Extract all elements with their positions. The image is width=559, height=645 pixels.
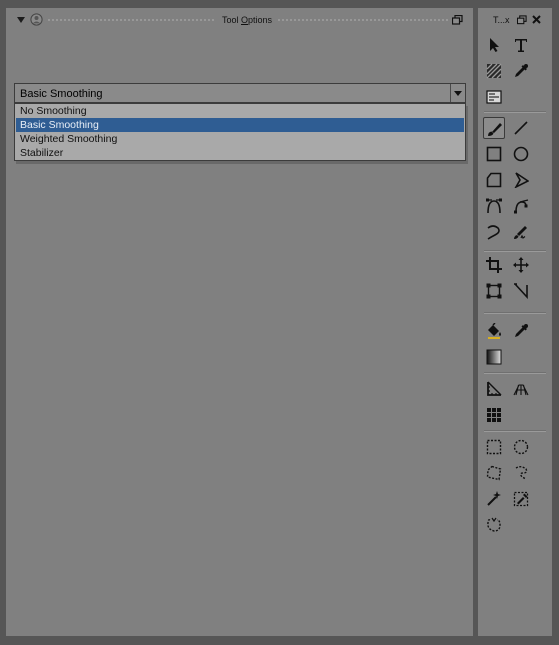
dropper-tool-icon[interactable] — [510, 60, 532, 82]
mesh-warp-tool-icon[interactable] — [510, 280, 532, 302]
toolbox-separator — [484, 372, 546, 374]
spline-tool-icon[interactable] — [510, 195, 532, 217]
toolbox-separator — [484, 111, 546, 113]
layer-style-tool-icon[interactable] — [483, 86, 505, 108]
tool-options-panel: Tool Options Basic Smoothing No Smoothin… — [6, 8, 473, 636]
magic-wand-tool-icon[interactable] — [483, 488, 505, 510]
color-dropper-tool-icon[interactable] — [510, 320, 532, 342]
smoothing-options-list: No Smoothing Basic Smoothing Weighted Sm… — [14, 103, 466, 161]
toolbox-separator — [484, 312, 546, 314]
option-basic-smoothing[interactable]: Basic Smoothing — [16, 118, 464, 132]
drag-grip[interactable] — [277, 18, 449, 22]
ruler-tool-icon[interactable] — [483, 378, 505, 400]
bezier-tool-icon[interactable] — [483, 195, 505, 217]
brush-tool-icon[interactable] — [483, 117, 505, 139]
float-window-icon[interactable] — [452, 15, 463, 25]
transform-tool-icon[interactable] — [483, 280, 505, 302]
option-no-smoothing[interactable]: No Smoothing — [16, 104, 464, 118]
blend-brush-tool-icon[interactable] — [510, 221, 532, 243]
brush-selection-tool-icon[interactable] — [483, 514, 505, 536]
color-selection-tool-icon[interactable] — [510, 488, 532, 510]
toolbox-titlebar[interactable]: T...x — [478, 8, 552, 32]
ellipse-tool-icon[interactable] — [510, 143, 532, 165]
perspective-tool-icon[interactable] — [510, 378, 532, 400]
ellipse-selection-tool-icon[interactable] — [510, 436, 532, 458]
fill-bucket-tool-icon[interactable] — [483, 320, 505, 342]
float-window-icon[interactable] — [517, 15, 527, 25]
grid-tool-icon[interactable] — [483, 404, 505, 426]
gradient-tool-icon[interactable] — [483, 346, 505, 368]
pick-tool-icon[interactable] — [483, 34, 505, 56]
toolbox-panel: T...x — [478, 8, 552, 636]
panel-title: Tool Options — [222, 15, 273, 25]
dropdown-button[interactable] — [450, 84, 465, 102]
freehand-tool-icon[interactable] — [483, 221, 505, 243]
smoothing-selected-value: Basic Smoothing — [20, 88, 103, 100]
option-weighted-smoothing[interactable]: Weighted Smoothing — [16, 132, 464, 146]
text-tool-icon[interactable] — [510, 34, 532, 56]
tool-options-titlebar[interactable]: Tool Options — [6, 8, 473, 32]
smoothing-dropdown[interactable]: Basic Smoothing — [14, 83, 466, 103]
line-tool-icon[interactable] — [510, 117, 532, 139]
move-tool-icon[interactable] — [510, 254, 532, 276]
toolbox-separator — [484, 430, 546, 432]
polygon-tool-icon[interactable] — [483, 169, 505, 191]
rectangle-tool-icon[interactable] — [483, 143, 505, 165]
picture-tube-tool-icon[interactable] — [483, 60, 505, 82]
close-icon[interactable] — [532, 15, 541, 24]
crop-tool-icon[interactable] — [483, 254, 505, 276]
drag-grip[interactable] — [47, 18, 215, 22]
rectangle-selection-tool-icon[interactable] — [483, 436, 505, 458]
toolbox-separator — [484, 250, 546, 252]
toolbox-title: T...x — [493, 15, 510, 25]
freehand-selection-tool-icon[interactable] — [510, 462, 532, 484]
collapse-triangle-icon[interactable] — [17, 17, 25, 23]
polygon-selection-tool-icon[interactable] — [483, 462, 505, 484]
chevron-down-icon — [454, 91, 462, 96]
polyline-tool-icon[interactable] — [510, 169, 532, 191]
option-stabilizer[interactable]: Stabilizer — [16, 146, 464, 160]
panel-menu-icon[interactable] — [30, 13, 43, 26]
